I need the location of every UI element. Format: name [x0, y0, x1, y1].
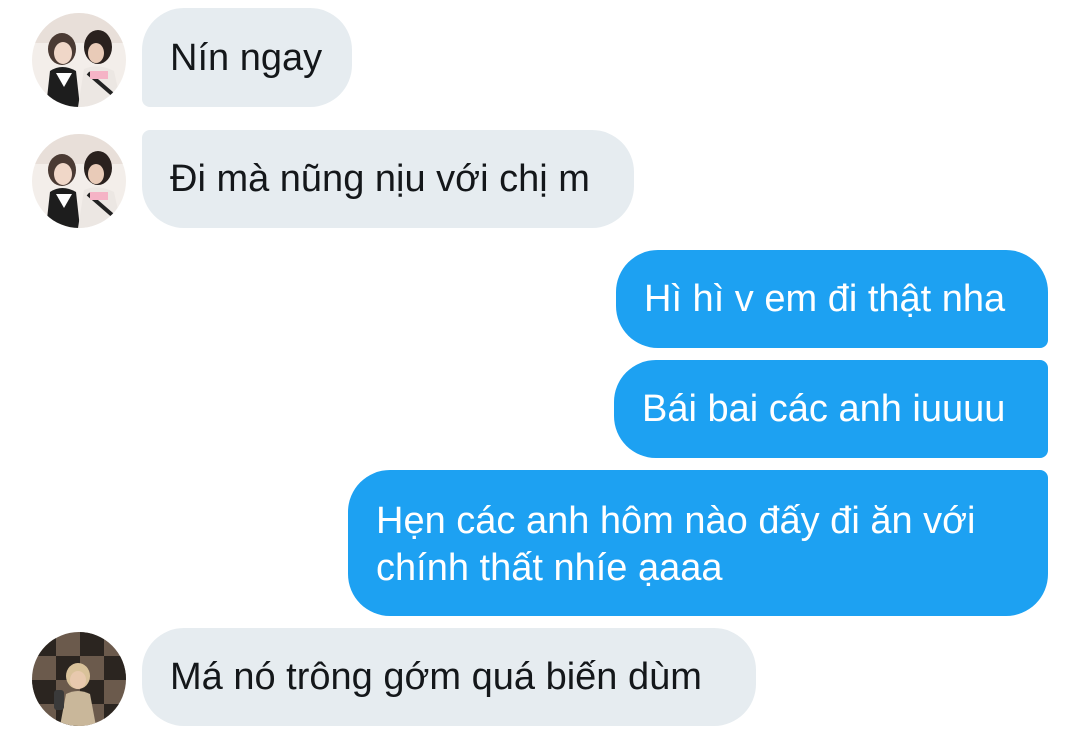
message-text: Đi mà nũng nịu với chị m: [170, 158, 590, 200]
message-bubble-outgoing[interactable]: Hì hì v em đi thật nha: [616, 250, 1048, 348]
message-text: Hì hì v em đi thật nha: [644, 278, 1006, 320]
message-text: Hẹn các anh hôm nào đấy đi ăn với chính …: [376, 500, 976, 589]
user-photo-avatar-2-icon: [32, 632, 126, 726]
sender-avatar[interactable]: [32, 13, 126, 107]
message-text: Má nó trông gớm quá biến dùm: [170, 656, 702, 698]
message-bubble-outgoing[interactable]: Bái bai các anh iuuuu: [614, 360, 1048, 458]
sender-avatar[interactable]: [32, 632, 126, 726]
message-text: Nín ngay: [170, 37, 323, 79]
message-bubble-incoming[interactable]: Má nó trông gớm quá biến dùm: [142, 628, 756, 726]
user-photo-avatar-icon: [32, 134, 126, 228]
message-bubble-incoming[interactable]: Nín ngay: [142, 8, 352, 107]
chat-thread: Nín ngay Đi mà nũng nịu với chị m Hì hì …: [0, 0, 1080, 744]
sender-avatar[interactable]: [32, 134, 126, 228]
user-photo-avatar-icon: [32, 13, 126, 107]
message-bubble-incoming[interactable]: Đi mà nũng nịu với chị m: [142, 130, 634, 228]
message-bubble-outgoing[interactable]: Hẹn các anh hôm nào đấy đi ăn với chính …: [348, 470, 1048, 616]
message-text: Bái bai các anh iuuuu: [642, 388, 1006, 430]
